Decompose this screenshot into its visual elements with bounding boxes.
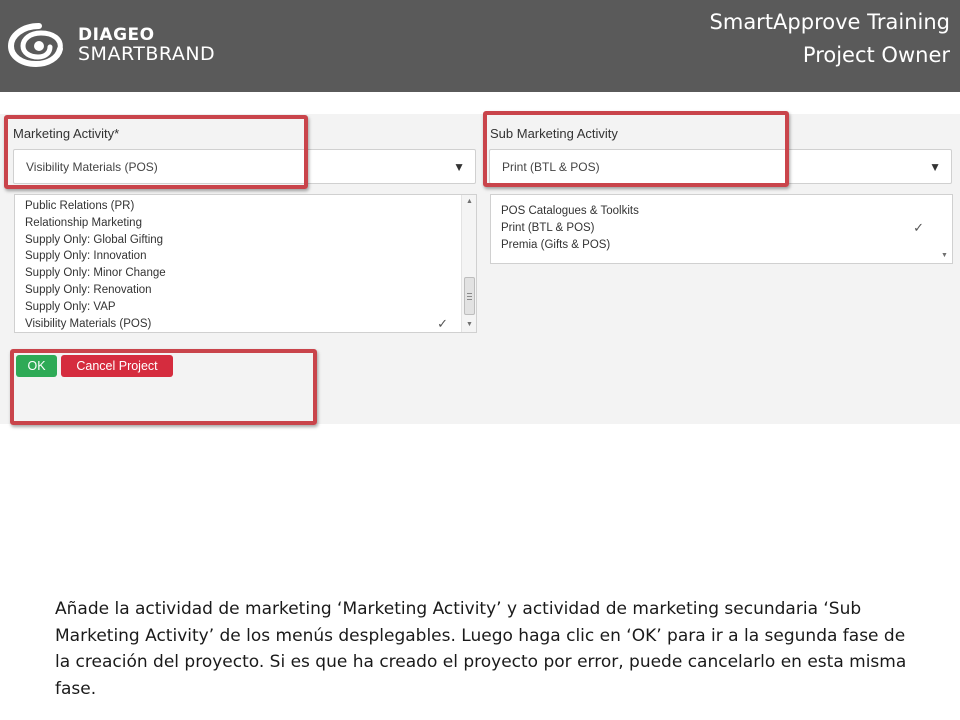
marketing-activity-option[interactable]: Supply Only: Minor Change	[15, 265, 476, 282]
sub-marketing-activity-list[interactable]: POS Catalogues & Toolkits Print (BTL & PO…	[490, 194, 953, 264]
sub-marketing-activity-option[interactable]: Premia (Gifts & POS)	[491, 237, 952, 254]
marketing-activity-option[interactable]: Supply Only: Global Gifting	[15, 232, 476, 249]
marketing-activity-option[interactable]: Relationship Marketing	[15, 215, 476, 232]
marketing-activity-list[interactable]: Public Relations (PR) Relationship Market…	[14, 194, 477, 333]
scroll-up-icon[interactable]: ▲	[462, 196, 477, 208]
sub-marketing-activity-option-label: POS Catalogues & Toolkits	[501, 205, 639, 217]
marketing-activity-scrollbar[interactable]: ▲ ▼	[461, 195, 476, 332]
sub-marketing-activity-option[interactable]: POS Catalogues & Toolkits	[491, 203, 952, 220]
marketing-activity-highlight	[4, 115, 308, 189]
slide-title: SmartApprove Training Project Owner	[710, 6, 950, 72]
check-icon: ✓	[913, 219, 924, 235]
sub-marketing-activity-option-label: Print (BTL & POS)	[501, 221, 595, 234]
diageo-swirl-logo-icon	[8, 23, 63, 68]
logo-text: DIAGEO SMARTBRAND	[78, 26, 215, 64]
sub-marketing-activity-option-label: Premia (Gifts & POS)	[501, 238, 611, 251]
marketing-activity-option-label: Relationship Marketing	[25, 216, 142, 229]
marketing-activity-option-label: Supply Only: Innovation	[25, 250, 147, 263]
slide-title-line-2: Project Owner	[802, 43, 950, 67]
logo-brand-top: DIAGEO	[78, 25, 155, 45]
scroll-down-icon[interactable]: ▼	[462, 319, 477, 331]
marketing-activity-option[interactable]: Supply Only: Innovation	[15, 248, 476, 265]
triangle-down-icon[interactable]: ▼	[929, 160, 941, 174]
slide-caption: Añade la actividad de marketing ‘Marketi…	[55, 599, 907, 699]
sub-marketing-activity-option[interactable]: Print (BTL & POS) ✓	[491, 220, 952, 237]
marketing-activity-option-label: Supply Only: Renovation	[25, 283, 152, 296]
marketing-activity-option[interactable]: Visibility Materials (POS) ✓	[15, 316, 476, 333]
buttons-highlight	[10, 349, 317, 425]
scrollbar-thumb[interactable]	[464, 277, 475, 315]
logo-brand-bottom: SMARTBRAND	[78, 43, 216, 65]
marketing-activity-option[interactable]: Supply Only: Renovation	[15, 282, 476, 299]
marketing-activity-option[interactable]: Supply Only: VAP	[15, 299, 476, 316]
sub-marketing-activity-highlight	[483, 111, 789, 187]
check-icon: ✓	[437, 315, 448, 331]
sub-marketing-activity-scrollbar[interactable]: ▼	[937, 195, 952, 263]
triangle-down-icon[interactable]: ▼	[453, 160, 465, 174]
marketing-activity-option-label: Public Relations (PR)	[25, 200, 135, 212]
slide-title-line-1: SmartApprove Training	[709, 10, 950, 34]
marketing-activity-option-label: Supply Only: Global Gifting	[25, 233, 164, 246]
scroll-down-icon[interactable]: ▼	[937, 250, 952, 262]
marketing-activity-option-label: Visibility Materials (POS)	[25, 317, 152, 330]
marketing-activity-option-label: Supply Only: VAP	[25, 300, 116, 313]
diageo-smartbrand-logo: DIAGEO SMARTBRAND	[8, 22, 218, 68]
marketing-activity-option-label: Supply Only: Minor Change	[25, 267, 166, 280]
marketing-activity-option[interactable]: Public Relations (PR)	[15, 198, 476, 215]
slide-header: DIAGEO SMARTBRAND SmartApprove Training …	[0, 0, 960, 92]
